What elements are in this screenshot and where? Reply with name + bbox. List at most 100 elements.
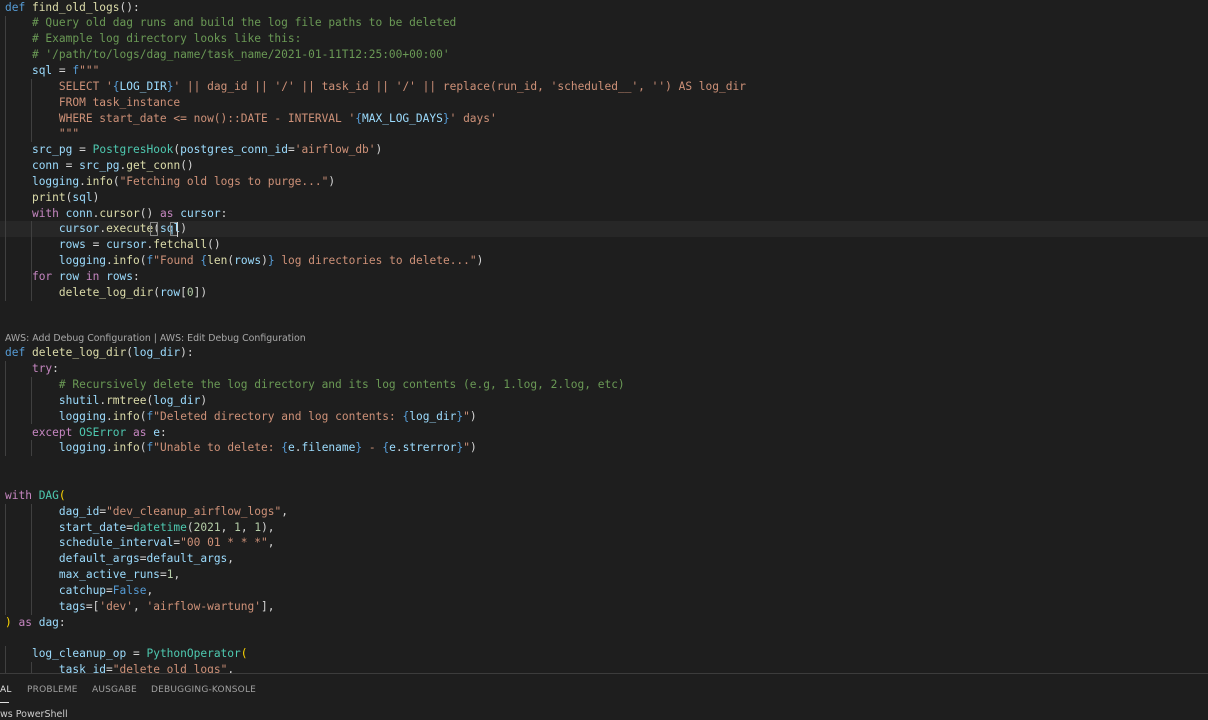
code-token: "delete_old_logs" bbox=[112, 663, 228, 673]
code-token: log_cleanup_op bbox=[31, 647, 127, 660]
code-token: catchup bbox=[58, 584, 107, 597]
code-token: OSError bbox=[79, 426, 127, 439]
code-token: cursor bbox=[106, 238, 147, 251]
code-token: ( bbox=[139, 410, 147, 423]
code-token: . bbox=[395, 441, 403, 454]
code-line: src_pg = PostgresHook(postgres_conn_id='… bbox=[5, 142, 382, 158]
code-token: ( bbox=[139, 254, 147, 267]
code-line: def delete_log_dir(log_dir): bbox=[5, 345, 194, 361]
code-token: ) bbox=[180, 222, 187, 235]
code-token: (): bbox=[119, 1, 140, 14]
code-token: "Found bbox=[153, 254, 201, 267]
code-token: 0 bbox=[186, 286, 194, 299]
code-token: conn bbox=[65, 207, 93, 220]
code-token: ) bbox=[261, 254, 268, 267]
code-token: : bbox=[220, 207, 228, 220]
code-editor[interactable]: def find_old_logs(): # Query old dag run… bbox=[0, 0, 1208, 673]
code-token: 1 bbox=[234, 521, 241, 534]
code-token: () bbox=[180, 159, 194, 172]
code-line: SELECT '{LOG_DIR}' || dag_id || '/' || t… bbox=[5, 79, 746, 95]
code-token: e bbox=[389, 441, 396, 454]
code-token: LOG_DIR bbox=[119, 80, 167, 93]
code-token: ) bbox=[469, 441, 477, 454]
terminal-shell-label[interactable]: ws PowerShell bbox=[0, 709, 68, 720]
code-line: logging.info(f"Deleted directory and log… bbox=[5, 409, 477, 425]
code-token: , bbox=[267, 536, 275, 549]
code-token: , bbox=[173, 568, 181, 581]
code-token: ( bbox=[126, 346, 133, 359]
code-token: { bbox=[355, 112, 363, 125]
code-token: MAX_LOG_DAYS bbox=[362, 112, 443, 125]
code-token: : bbox=[133, 270, 140, 283]
code-token: logging bbox=[31, 175, 80, 188]
code-line: for row in rows: bbox=[5, 269, 140, 285]
code-token: info bbox=[112, 410, 140, 423]
code-token: def bbox=[5, 1, 32, 14]
code-token: } bbox=[267, 254, 275, 267]
code-token: # Recursively delete the log directory a… bbox=[58, 378, 625, 391]
tab-output[interactable]: AUSGABE bbox=[92, 685, 137, 695]
code-token: = bbox=[106, 663, 113, 673]
code-line: # Example log directory looks like this: bbox=[5, 31, 301, 47]
tab-debug-console[interactable]: DEBUGGING-KONSOLE bbox=[151, 685, 256, 695]
tab-problems[interactable]: PROBLEME bbox=[27, 685, 78, 695]
code-token: False bbox=[112, 584, 147, 597]
code-token: = bbox=[159, 568, 167, 581]
code-token: DAG bbox=[38, 489, 59, 502]
code-token: rows bbox=[234, 254, 262, 267]
code-token: FROM task_instance bbox=[58, 96, 181, 109]
code-token: as bbox=[126, 426, 154, 439]
code-line: cursor.execute(sql) bbox=[5, 221, 187, 237]
code-token: cursor bbox=[180, 207, 221, 220]
code-token: . bbox=[106, 410, 113, 423]
code-token: datetime bbox=[133, 521, 187, 534]
code-line: catchup=False, bbox=[5, 583, 153, 599]
code-token: log_dir bbox=[409, 410, 457, 423]
code-line: delete_log_dir(row[0]) bbox=[5, 285, 207, 301]
codelens-aws-debug[interactable]: AWS: Add Debug Configuration | AWS: Edit… bbox=[5, 332, 306, 346]
code-token: as bbox=[159, 207, 181, 220]
bottom-panel: AL PROBLEME AUSGABE DEBUGGING-KONSOLE ws… bbox=[0, 673, 1208, 720]
code-token: def bbox=[5, 346, 32, 359]
code-line: def find_old_logs(): bbox=[5, 0, 140, 16]
code-token: get_conn bbox=[126, 159, 181, 172]
code-token: , bbox=[281, 505, 288, 518]
code-line: # '/path/to/logs/dag_name/task_name/2021… bbox=[5, 47, 450, 63]
code-token: ]) bbox=[193, 286, 208, 299]
code-token: = bbox=[72, 143, 93, 156]
code-token: as bbox=[11, 616, 39, 629]
active-tab-indicator bbox=[0, 702, 9, 703]
code-token: 2021 bbox=[193, 521, 221, 534]
code-token: [ bbox=[180, 286, 187, 299]
code-token: ( bbox=[58, 489, 66, 502]
code-token: # Example log directory looks like this: bbox=[31, 32, 302, 45]
code-token: max_active_runs bbox=[58, 568, 160, 581]
code-token: row bbox=[58, 270, 80, 283]
code-line: logging.info("Fetching old logs to purge… bbox=[5, 174, 335, 190]
code-token: ], bbox=[261, 600, 275, 613]
code-token: logging bbox=[58, 410, 107, 423]
code-token: ) bbox=[92, 191, 100, 204]
code-token: log directories to delete..." bbox=[274, 254, 477, 267]
code-line: with conn.cursor() as cursor: bbox=[5, 206, 227, 222]
code-token: = bbox=[58, 159, 80, 172]
code-token: dag_id bbox=[58, 505, 100, 518]
tab-terminal[interactable]: AL bbox=[0, 685, 12, 695]
code-line: """ bbox=[5, 126, 79, 142]
code-token: SELECT ' bbox=[58, 80, 113, 93]
code-token: " bbox=[463, 410, 470, 423]
code-token: ) bbox=[200, 394, 208, 407]
